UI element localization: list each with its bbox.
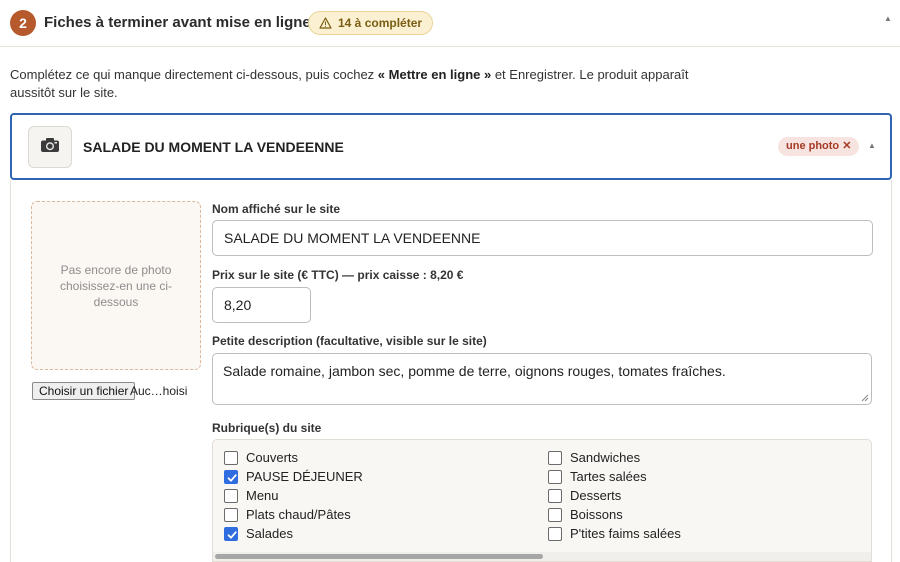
description-label: Petite description (facultative, visible… — [212, 334, 487, 348]
rubrique-checkbox[interactable] — [224, 526, 238, 541]
rubrique-option[interactable]: Plats chaud/Pâtes — [224, 507, 351, 522]
collapse-section-icon[interactable]: ▲ — [884, 14, 892, 23]
collapse-card-icon[interactable]: ▲ — [868, 141, 876, 150]
warning-icon — [319, 17, 332, 29]
rubrique-checkbox[interactable] — [548, 507, 562, 522]
rubrique-option[interactable]: Boissons — [548, 507, 623, 522]
intro-text: Complétez ce qui manque directement ci-d… — [10, 66, 730, 102]
rubriques-label: Rubrique(s) du site — [212, 421, 322, 435]
product-card-header[interactable]: SALADE DU MOMENT LA VENDEENNE une photo … — [10, 113, 892, 180]
rubrique-label: Tartes salées — [570, 469, 647, 484]
missing-photo-tag: une photo ✕ — [778, 137, 860, 156]
horizontal-scrollbar[interactable] — [213, 552, 871, 561]
rubrique-checkbox[interactable] — [548, 526, 562, 541]
rubrique-checkbox[interactable] — [548, 488, 562, 503]
rubrique-label: Plats chaud/Pâtes — [246, 507, 351, 522]
rubrique-option[interactable]: Menu — [224, 488, 279, 503]
camera-icon — [40, 137, 60, 158]
intro-part1: Complétez ce qui manque directement ci-d… — [10, 67, 378, 82]
rubrique-checkbox[interactable] — [224, 450, 238, 465]
intro-bold: « Mettre en ligne » — [377, 67, 492, 82]
section-title: Fiches à terminer avant mise en ligne — [44, 14, 311, 31]
section-header[interactable]: 2 Fiches à terminer avant mise en ligne … — [0, 0, 900, 47]
pending-count-badge: 14 à compléter — [308, 11, 434, 35]
description-textarea[interactable]: Salade romaine, jambon sec, pomme de ter… — [212, 353, 872, 405]
rubrique-checkbox[interactable] — [548, 450, 562, 465]
rubrique-option[interactable]: Salades — [224, 526, 293, 541]
price-input[interactable]: 8,20 — [212, 287, 311, 323]
product-form: Pas encore de photo choisissez-en une ci… — [10, 180, 892, 562]
rubrique-label: PAUSE DÉJEUNER — [246, 469, 363, 484]
description-value: Salade romaine, jambon sec, pomme de ter… — [223, 363, 726, 379]
rubriques-list: Couverts PAUSE DÉJEUNER Menu Plats chaud/Pâ… — [212, 439, 872, 562]
rubrique-option[interactable]: Couverts — [224, 450, 298, 465]
rubrique-label: Boissons — [570, 507, 623, 522]
rubrique-option[interactable]: PAUSE DÉJEUNER — [224, 469, 363, 484]
choose-file-button[interactable]: Choisir un fichier — [32, 382, 136, 400]
product-name: SALADE DU MOMENT LA VENDEENNE — [83, 139, 344, 155]
step-number-badge: 2 — [10, 10, 36, 36]
name-input[interactable]: SALADE DU MOMENT LA VENDEENNE — [212, 220, 873, 256]
rubrique-option[interactable]: Sandwiches — [548, 450, 640, 465]
photo-placeholder-text: Pas encore de photo choisissez-en une ci… — [59, 262, 173, 309]
rubrique-label: Sandwiches — [570, 450, 641, 465]
rubrique-checkbox[interactable] — [224, 488, 238, 503]
rubrique-label: Couverts — [246, 450, 299, 465]
pending-count-label: 14 à compléter — [338, 16, 423, 30]
price-label: Prix sur le site (€ TTC) — prix caisse :… — [212, 268, 464, 282]
rubrique-checkbox[interactable] — [548, 469, 562, 484]
rubrique-label: Salades — [246, 526, 293, 541]
resize-handle-icon[interactable] — [861, 394, 869, 402]
rubrique-label: P'tites faims salées — [570, 526, 681, 541]
product-thumbnail — [28, 126, 72, 168]
name-label: Nom affiché sur le site — [212, 202, 341, 216]
rubrique-label: Desserts — [570, 488, 622, 503]
rubrique-option[interactable]: Tartes salées — [548, 469, 647, 484]
rubrique-label: Menu — [246, 488, 279, 503]
rubrique-option[interactable]: Desserts — [548, 488, 621, 503]
scrollbar-thumb[interactable] — [215, 554, 543, 559]
photo-dropzone[interactable]: Pas encore de photo choisissez-en une ci… — [31, 201, 201, 370]
rubrique-checkbox[interactable] — [224, 469, 238, 484]
file-status: Auc…hoisi — [130, 384, 188, 398]
rubrique-checkbox[interactable] — [224, 507, 238, 522]
rubrique-option[interactable]: P'tites faims salées — [548, 526, 681, 541]
